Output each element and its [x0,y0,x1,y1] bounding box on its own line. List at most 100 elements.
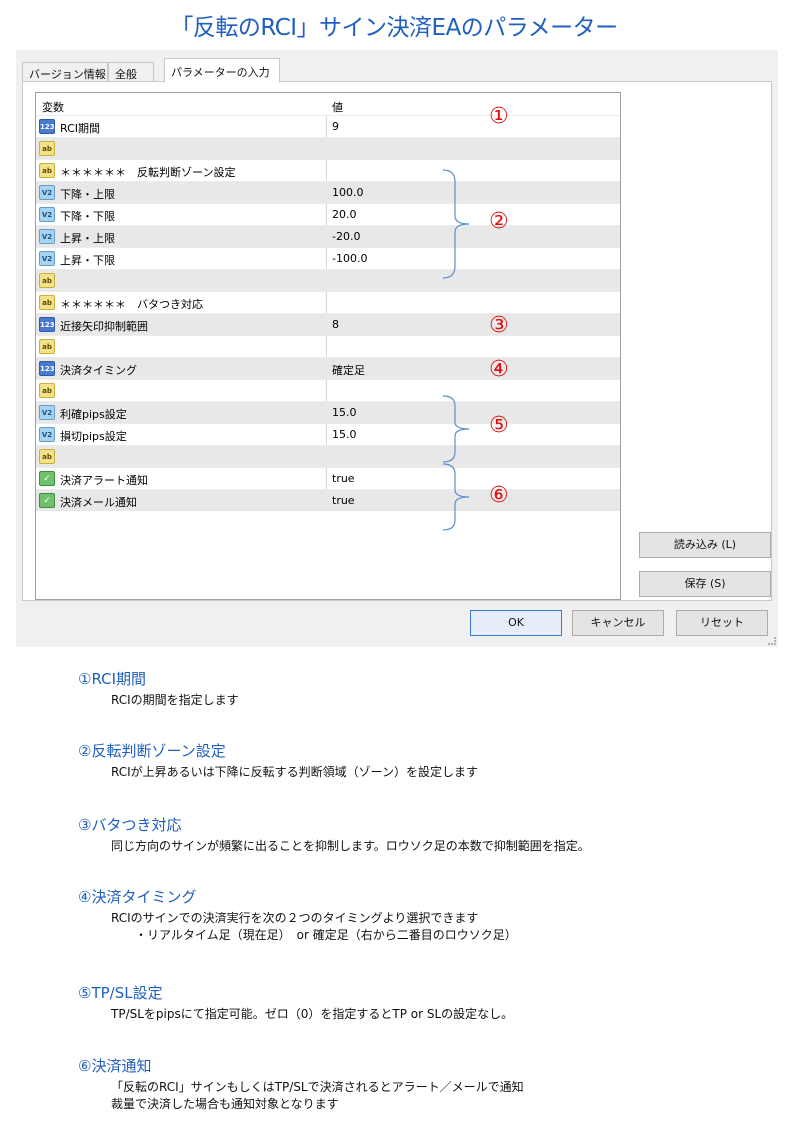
double-type-icon: V2 [39,185,55,200]
tab-input-parameters[interactable]: パラメーターの入力 [164,58,280,83]
marker-2: ② [489,209,509,234]
marker-4: ④ [489,357,509,382]
description-section: ⑤TP/SL設定 TP/SLをpipsにて指定可能。ゼロ（0）を指定するとTP o… [78,982,513,1023]
parameter-value[interactable]: 確定足 [332,362,365,378]
parameter-name: 損切pips設定 [60,430,127,443]
brace-2 [442,169,470,279]
description-section: ③バタつき対応同じ方向のサインが頻繁に出ることを抑制します。ロウソク足の本数で抑… [78,814,590,855]
string-type-icon: ab [39,141,55,156]
description-line: TP/SLをpipsにて指定可能。ゼロ（0）を指定するとTP or SLの設定な… [111,1007,514,1021]
marker-1: ① [489,104,509,129]
parameter-value[interactable]: true [332,494,355,507]
parameter-name: 下降・上限 [60,188,115,201]
parameter-row[interactable]: ab [36,335,620,357]
parameter-name: RCI期間 [60,122,101,135]
parameter-value[interactable]: true [332,472,355,485]
marker-5: ⑤ [489,413,509,438]
header-value: 値 [332,101,343,114]
double-type-icon: V2 [39,229,55,244]
parameter-value[interactable]: 9 [332,120,339,133]
parameter-value[interactable]: -100.0 [332,252,367,265]
parameter-row[interactable]: ab [36,445,620,467]
parameter-name: 決済タイミング [60,364,137,377]
parameter-row[interactable]: ✓ 決済メール通知 true [36,489,620,511]
double-type-icon: V2 [39,207,55,222]
parameter-row[interactable]: ✓ 決済アラート通知 true [36,467,620,489]
parameter-row[interactable]: V2 上昇・下限 -100.0 [36,247,620,269]
load-button[interactable]: 読み込み (L) [639,532,771,558]
integer-type-icon: 123 [39,317,55,332]
brace-5 [442,395,470,463]
description-section: ②反転判断ゾーン設定 RCIが上昇あるいは下降に反転する判断領域（ゾーン）を設定し… [78,740,478,781]
marker-6: ⑥ [489,483,509,508]
parameter-name: 利確pips設定 [60,408,127,421]
tab-general[interactable]: 全般 [108,62,154,82]
description-title: ⑤TP/SL設定 [78,984,163,1002]
string-type-icon: ab [39,339,55,354]
cancel-button[interactable]: キャンセル [572,610,664,636]
description-line: RCIが上昇あるいは下降に反転する判断領域（ゾーン）を設定します [111,765,479,779]
page-title: 「反転のRCI」サイン決済EAのパラメーター [170,15,618,41]
description-line: 「反転のRCI」サインもしくはTP/SLで決済されるとアラート／メールで通知 [111,1080,524,1094]
parameter-name: ＊＊＊＊＊＊ バタつき対応 [60,298,203,311]
description-text: RCIが上昇あるいは下降に反転する判断領域（ゾーン）を設定します [111,764,478,781]
bool-type-icon: ✓ [39,471,55,486]
parameter-row[interactable]: V2 上昇・上限 -20.0 [36,225,620,247]
parameter-row[interactable]: 123 決済タイミング 確定足 [36,357,620,379]
parameter-row[interactable]: ab [36,137,620,159]
description-text: 「反転のRCI」サインもしくはTP/SLで決済されるとアラート／メールで通知 裁量… [111,1079,524,1113]
tab-version-info[interactable]: バージョン情報 [22,62,108,82]
brace-6 [442,463,470,531]
string-type-icon: ab [39,295,55,310]
parameter-name: 近接矢印抑制範囲 [60,320,148,333]
parameter-value[interactable]: 20.0 [332,208,357,221]
string-type-icon: ab [39,383,55,398]
parameter-dialog: バージョン情報 全般 パラメーターの入力 変数 値 123 RCI期間 9 ab ab ＊… [16,50,778,647]
marker-3: ③ [489,313,509,338]
parameter-name: 上昇・下限 [60,254,115,267]
description-title: ③バタつき対応 [78,816,182,834]
parameter-row[interactable]: ab [36,379,620,401]
parameter-row[interactable]: V2 損切pips設定 15.0 [36,423,620,445]
parameter-row[interactable]: V2 下降・下限 20.0 [36,203,620,225]
parameter-value[interactable]: -20.0 [332,230,360,243]
description-title: ⑥決済通知 [78,1057,152,1075]
description-section: ⑥決済通知「反転のRCI」サインもしくはTP/SLで決済されるとアラート／メール… [78,1055,524,1113]
description-title: ①RCI期間 [78,670,147,688]
parameter-row[interactable]: ab ＊＊＊＊＊＊ バタつき対応 [36,291,620,313]
description-section: ①RCI期間 RCIの期間を指定します [78,668,239,709]
grid-header: 変数 値 [36,93,620,115]
parameter-row[interactable]: V2 下降・上限 100.0 [36,181,620,203]
save-button[interactable]: 保存 (S) [639,571,771,597]
string-type-icon: ab [39,163,55,178]
parameter-value[interactable]: 8 [332,318,339,331]
double-type-icon: V2 [39,405,55,420]
parameter-value[interactable]: 100.0 [332,186,364,199]
parameter-name: 決済メール通知 [60,496,137,509]
parameter-row[interactable]: V2 利確pips設定 15.0 [36,401,620,423]
description-line: 同じ方向のサインが頻繁に出ることを抑制します。ロウソク足の本数で抑制範囲を指定。 [111,839,590,853]
tab-panel: 変数 値 123 RCI期間 9 ab ab ＊＊＊＊＊＊ 反転判断ゾーン設定 V2 下降・上… [22,81,772,601]
parameter-value[interactable]: 15.0 [332,428,357,441]
parameter-row[interactable]: 123 近接矢印抑制範囲 8 [36,313,620,335]
description-text: 同じ方向のサインが頻繁に出ることを抑制します。ロウソク足の本数で抑制範囲を指定。 [111,838,590,855]
parameter-grid: 変数 値 123 RCI期間 9 ab ab ＊＊＊＊＊＊ 反転判断ゾーン設定 V2 下降・上… [35,92,621,600]
integer-type-icon: 123 [39,119,55,134]
parameter-name: 下降・下限 [60,210,115,223]
parameter-row[interactable]: ab ＊＊＊＊＊＊ 反転判断ゾーン設定 [36,159,620,181]
description-text: TP/SLをpipsにて指定可能。ゼロ（0）を指定するとTP or SLの設定な… [111,1006,513,1023]
double-type-icon: V2 [39,251,55,266]
description-line: RCIのサインでの決済実行を次の２つのタイミングより選択できます [111,911,479,925]
parameter-value[interactable]: 15.0 [332,406,357,419]
parameter-name: 上昇・上限 [60,232,115,245]
description-title: ④決済タイミング [78,888,197,906]
bool-type-icon: ✓ [39,493,55,508]
description-text: RCIの期間を指定します [111,692,239,709]
resize-grip-icon[interactable] [768,637,776,645]
parameter-row[interactable]: 123 RCI期間 9 [36,115,620,137]
string-type-icon: ab [39,449,55,464]
reset-button[interactable]: リセット [676,610,768,636]
description-line: RCIの期間を指定します [111,693,239,707]
ok-button[interactable]: OK [470,610,562,636]
parameter-row[interactable]: ab [36,269,620,291]
